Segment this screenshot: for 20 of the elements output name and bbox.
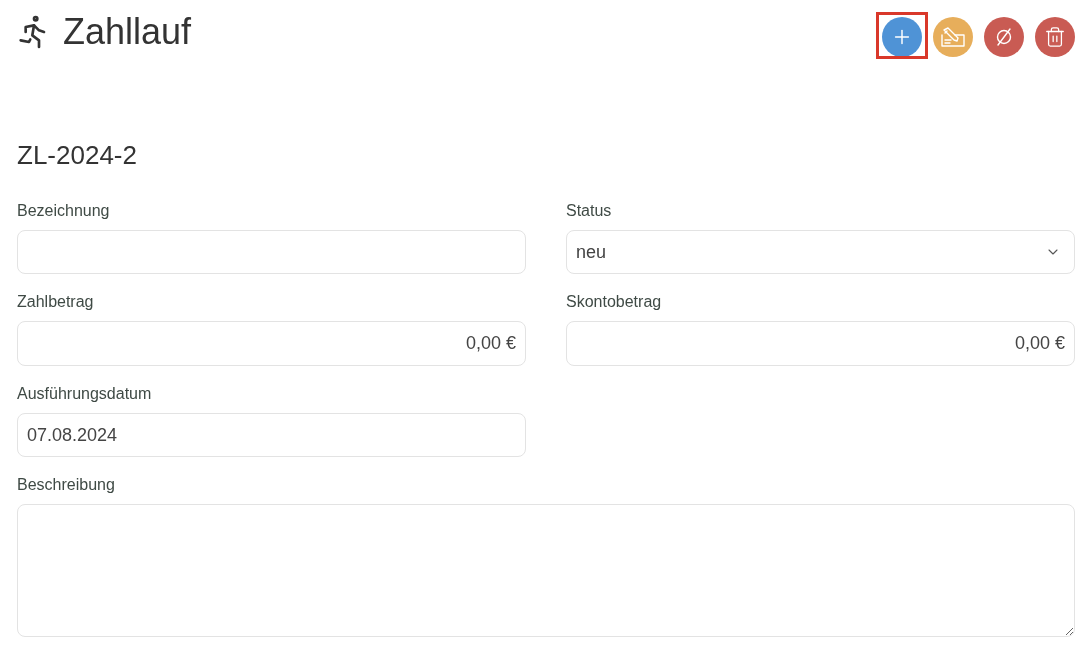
- date-field[interactable]: 07.08.2024: [17, 413, 526, 457]
- field-label: Beschreibung: [17, 475, 115, 495]
- field-label: Skontobetrag: [566, 292, 662, 312]
- trash-icon: [1044, 26, 1066, 48]
- empty-set-icon: [994, 27, 1014, 47]
- pen-on-card-icon: [941, 27, 965, 47]
- page-title: Zahllauf: [63, 10, 192, 54]
- amount-field[interactable]: 0,00 €: [566, 321, 1075, 366]
- description-field[interactable]: [17, 504, 1075, 637]
- cancel-button[interactable]: [984, 17, 1024, 57]
- status-select[interactable]: neu: [566, 230, 1075, 274]
- field-label: Bezeichnung: [17, 201, 110, 221]
- field-label: Status: [566, 201, 612, 221]
- field-label: Zahlbetrag: [17, 292, 94, 312]
- amount-field[interactable]: 0,00 €: [17, 321, 526, 366]
- delete-button[interactable]: [1035, 17, 1075, 57]
- add-button[interactable]: [882, 17, 922, 57]
- text-field[interactable]: [17, 230, 526, 274]
- field-label: Ausführungsdatum: [17, 384, 152, 404]
- record-number: ZL-2024-2: [17, 140, 137, 170]
